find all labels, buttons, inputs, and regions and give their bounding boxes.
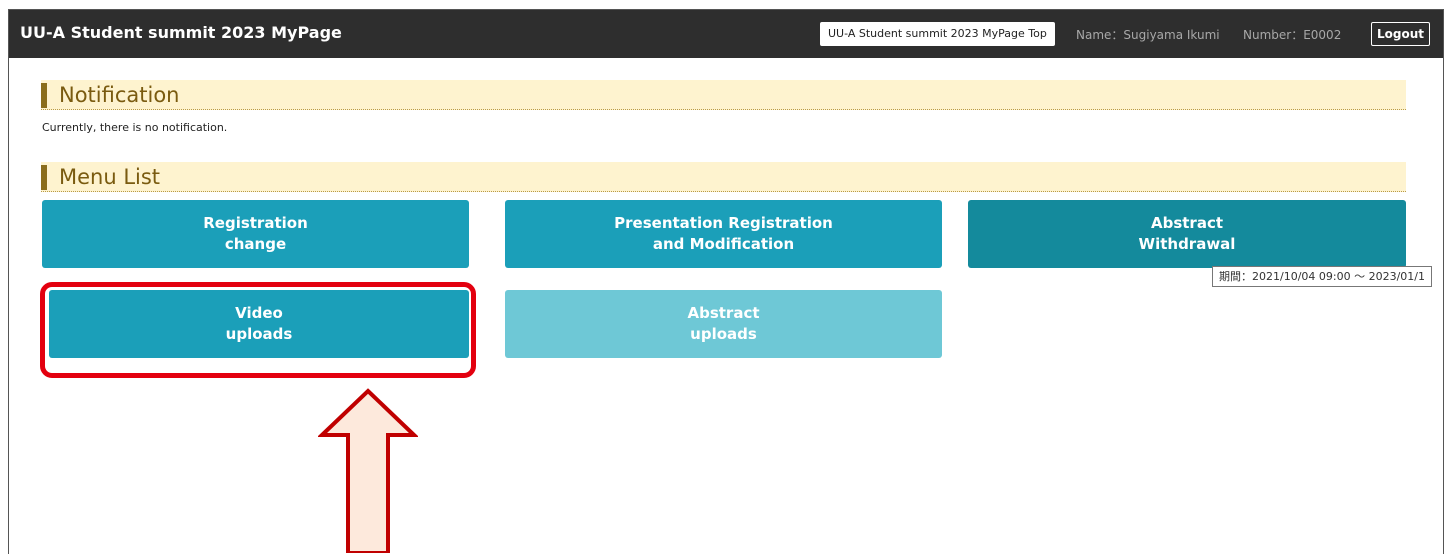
notification-heading: Notification [41, 80, 1406, 110]
notification-message: Currently, there is no notification. [42, 121, 228, 134]
registration-change-button[interactable]: Registration change [42, 200, 469, 268]
button-label-line1: Video [235, 304, 283, 322]
button-label-line1: Abstract [687, 304, 760, 322]
abstract-uploads-button: Abstract uploads [505, 290, 942, 358]
mypage-top-button[interactable]: UU-A Student summit 2023 MyPage Top [820, 22, 1055, 46]
button-label-line1: Registration [203, 214, 308, 232]
top-header: UU-A Student summit 2023 MyPage UU-A Stu… [9, 10, 1443, 58]
user-name: Name：Sugiyama Ikumi [1076, 28, 1220, 42]
button-label-line2: and Modification [652, 235, 795, 253]
button-label-line1: Abstract [1150, 214, 1224, 232]
button-label-line2: Withdrawal [1138, 235, 1236, 253]
period-tooltip: 期間：2021/10/04 09:00 ～ 2023/01/1 [1212, 266, 1432, 287]
presentation-registration-button[interactable]: Presentation Registration and Modificati… [505, 200, 942, 268]
video-uploads-button[interactable]: Video uploads [49, 290, 469, 358]
heading-accent-bar [41, 83, 47, 108]
app-title[interactable]: UU-A Student summit 2023 MyPage [20, 23, 342, 42]
button-label-line2: change [224, 235, 287, 253]
menu-list-heading-label: Menu List [59, 165, 161, 189]
button-label-line1: Presentation Registration [614, 214, 833, 232]
notification-heading-label: Notification [59, 83, 180, 107]
logout-button[interactable]: Logout [1371, 22, 1431, 46]
browser-frame: UU-A Student summit 2023 MyPage UU-A Stu… [8, 9, 1444, 554]
user-number: Number：E0002 [1243, 28, 1342, 42]
heading-accent-bar [41, 165, 47, 190]
abstract-withdrawal-button[interactable]: Abstract Withdrawal [968, 200, 1406, 268]
menu-list-heading: Menu List [41, 162, 1406, 192]
button-label-line2: uploads [225, 325, 293, 343]
button-label-line2: uploads [690, 325, 757, 343]
